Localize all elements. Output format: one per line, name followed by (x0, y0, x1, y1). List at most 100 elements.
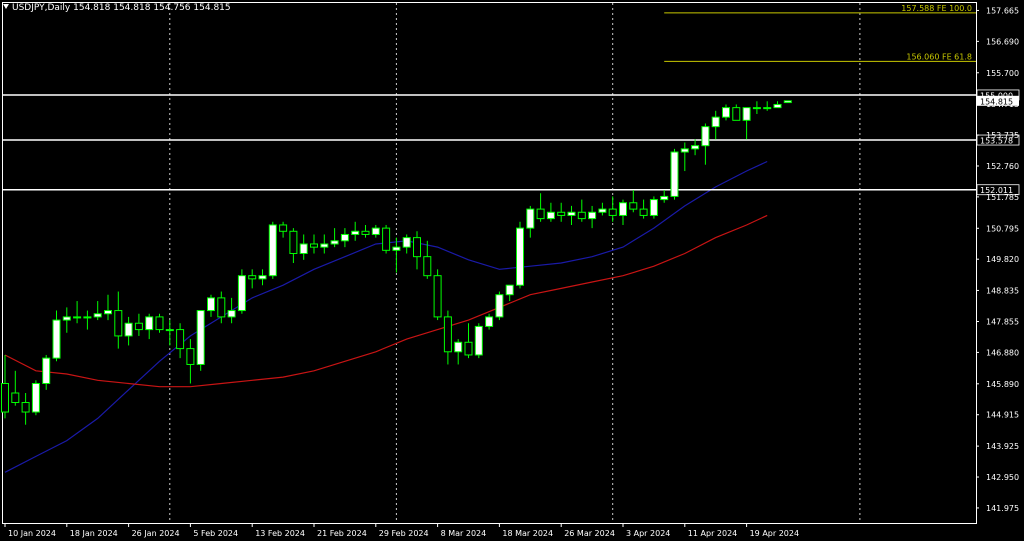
price-chart[interactable]: 155.000153.578152.011 157.588 FE 100.015… (0, 0, 1024, 541)
x-tick-label: 5 Feb 2024 (193, 529, 238, 538)
bull-candle (145, 316, 154, 331)
bull-candle (711, 116, 720, 128)
bull-candle (567, 211, 576, 216)
bull-candle (752, 107, 761, 110)
x-tick-label: 10 Jan 2024 (8, 529, 56, 538)
bear-candle (176, 329, 185, 350)
bull-candle (619, 202, 627, 216)
bear-candle (114, 310, 123, 337)
y-tick-label: 149.820 (986, 255, 1019, 264)
bear-candle (536, 208, 545, 220)
bear-candle (443, 316, 452, 353)
y-tick-label: 146.880 (986, 348, 1019, 357)
bear-candle (134, 322, 143, 331)
bear-candle (310, 243, 318, 248)
x-tick-label: 13 Feb 2024 (255, 529, 305, 538)
bull-candle (207, 297, 215, 312)
bear-candle (248, 275, 257, 280)
bull-candle (516, 227, 524, 286)
bull-candle (299, 243, 308, 254)
bull-candle (505, 284, 514, 296)
y-tick-label: 141.975 (986, 504, 1019, 513)
bull-candle (588, 211, 597, 220)
bull-candle (742, 107, 751, 121)
horizontal-levels[interactable]: 155.000153.578152.011 (3, 89, 1020, 195)
bull-candle (454, 341, 463, 353)
bull-candle (62, 316, 71, 321)
y-tick-label: 148.835 (986, 286, 1019, 295)
bull-candle (73, 316, 82, 319)
x-tick-label: 26 Jan 2024 (132, 529, 180, 538)
bull-candle (371, 227, 380, 235)
bull-candle (42, 357, 51, 384)
bull-candle (351, 230, 360, 235)
x-tick-label: 8 Mar 2024 (441, 529, 487, 538)
bull-candle (485, 316, 494, 327)
bear-candle (11, 392, 20, 404)
bull-candle (340, 233, 349, 242)
fibonacci-levels[interactable]: 157.588 FE 100.0 156.060 FE 61.8 (664, 4, 976, 62)
price-axis: 157.665156.690155.700154.715153.735152.7… (976, 6, 1019, 513)
bear-candle (289, 230, 298, 254)
bear-candle (155, 316, 164, 331)
bull-candle (701, 126, 710, 147)
bull-candle (660, 195, 669, 201)
bear-candle (464, 341, 473, 356)
bull-candle (598, 208, 607, 213)
bear-candle (608, 208, 617, 216)
bull-candle (763, 107, 772, 110)
time-axis: 10 Jan 2024 18 Jan 2024 26 Jan 2024 5 Feb 2… (4, 523, 799, 538)
bull-candle (783, 100, 792, 104)
x-tick-label: 26 Mar 2024 (564, 529, 615, 538)
bear-candle (21, 402, 30, 413)
bull-candle (196, 310, 205, 365)
y-tick-label: 145.890 (986, 380, 1019, 389)
bear-candle (732, 107, 741, 121)
bull-candle (680, 148, 689, 153)
bear-candle (361, 230, 370, 235)
bull-candle (722, 107, 730, 118)
y-tick-label: 147.855 (986, 318, 1019, 327)
bear-candle (577, 211, 586, 220)
bear-candle (279, 224, 288, 232)
bear-candle (433, 275, 442, 318)
x-tick-label: 29 Feb 2024 (379, 529, 429, 538)
y-tick-label: 142.950 (986, 473, 1019, 482)
bull-candle (330, 240, 339, 245)
x-tick-label: 21 Feb 2024 (317, 529, 367, 538)
y-tick-label: 144.915 (986, 411, 1019, 420)
x-tick-label: 19 Apr 2024 (750, 529, 799, 538)
y-tick-label: 156.690 (986, 37, 1019, 46)
bear-candle (186, 348, 195, 365)
x-tick-label: 11 Apr 2024 (688, 529, 737, 538)
bull-candle (104, 310, 112, 315)
bear-candle (629, 202, 638, 210)
bull-candle (227, 310, 236, 318)
bull-candle (649, 199, 658, 216)
current-price-label: 154.815 (980, 97, 1013, 106)
bull-candle (392, 246, 401, 251)
fib-level-label: 157.588 FE 100.0 (901, 4, 972, 13)
x-tick-label: 18 Mar 2024 (502, 529, 553, 538)
bull-candle (320, 243, 329, 248)
y-tick-label: 153.735 (986, 131, 1019, 140)
y-tick-label: 157.665 (986, 6, 1019, 15)
bear-candle (1, 382, 9, 413)
bear-candle (413, 237, 421, 258)
bull-candle (546, 211, 555, 220)
bear-candle (557, 211, 566, 216)
bull-candle (93, 313, 102, 318)
y-tick-label: 152.760 (986, 162, 1019, 171)
y-tick-label: 143.925 (986, 442, 1019, 451)
bull-candle (31, 382, 40, 413)
bear-candle (382, 227, 391, 251)
bull-candle (773, 103, 782, 109)
bull-candle (52, 319, 61, 359)
x-tick-label: 3 Apr 2024 (626, 529, 670, 538)
bear-candle (217, 297, 226, 318)
bull-candle (691, 145, 700, 150)
bull-candle (526, 208, 535, 229)
bull-candle (124, 322, 133, 337)
bull-candle (474, 325, 483, 356)
plot-frame (2, 2, 977, 524)
